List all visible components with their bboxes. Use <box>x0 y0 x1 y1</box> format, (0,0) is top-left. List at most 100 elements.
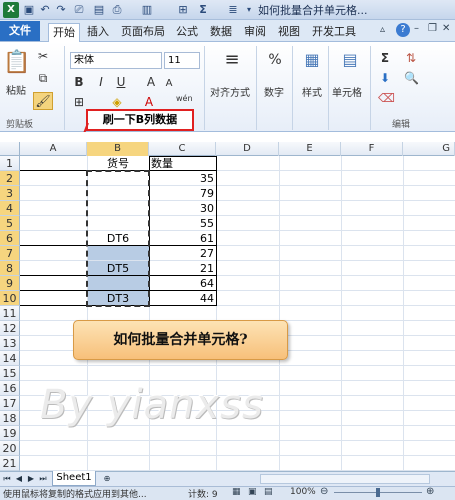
tab-review[interactable]: 审阅 <box>242 23 268 41</box>
undo-icon[interactable]: ↶ <box>38 2 52 18</box>
number-format-button[interactable]: % <box>264 52 286 74</box>
fill-icon[interactable]: ⬇ <box>378 70 392 86</box>
borders-icon[interactable]: ⊞ <box>72 94 86 110</box>
row-header[interactable]: 5 <box>0 216 20 231</box>
align-icon[interactable]: ≣ <box>226 2 240 18</box>
tab-insert[interactable]: 插入 <box>84 23 112 41</box>
cell-b10[interactable]: DT3 <box>87 291 149 306</box>
row-header[interactable]: 21 <box>0 456 20 471</box>
save-icon[interactable]: ▣ <box>22 2 36 18</box>
row-header[interactable]: 15 <box>0 366 20 381</box>
underline-button[interactable]: U <box>114 74 128 90</box>
tab-view[interactable]: 视图 <box>276 23 302 41</box>
tab-home[interactable]: 开始 <box>48 23 80 43</box>
phonetic-button[interactable]: wén <box>176 94 193 103</box>
cell-b1[interactable]: 货号 <box>87 156 149 171</box>
tab-file[interactable]: 文件 <box>0 21 40 41</box>
row-header[interactable]: 17 <box>0 396 20 411</box>
row-header[interactable]: 18 <box>0 411 20 426</box>
zoom-slider-thumb[interactable] <box>376 488 380 497</box>
page-layout-view-icon[interactable]: ▣ <box>248 487 257 497</box>
alignment-label[interactable]: 对齐方式 <box>210 84 250 99</box>
row-header[interactable]: 10 <box>0 291 20 306</box>
row-header[interactable]: 16 <box>0 381 20 396</box>
tab-page-layout[interactable]: 页面布局 <box>118 23 168 41</box>
styles-icon[interactable]: ▦ <box>300 52 324 74</box>
cell-c2[interactable]: 35 <box>150 171 216 186</box>
prev-sheet-icon[interactable]: ◀ <box>14 472 24 485</box>
find-select-icon[interactable]: 🔍 <box>404 70 419 86</box>
minimize-ribbon-icon[interactable]: ▵ <box>380 24 385 35</box>
styles-label[interactable]: 样式 <box>302 84 322 99</box>
grow-font-icon[interactable]: A <box>144 74 158 90</box>
cut-icon[interactable]: ✂ <box>36 48 50 64</box>
fill-color-icon[interactable]: ◈ <box>110 94 124 110</box>
tab-formulas[interactable]: 公式 <box>174 23 200 41</box>
cells-icon[interactable]: ▤ <box>338 52 362 74</box>
cell-c6[interactable]: 61 <box>150 231 216 246</box>
column-header-f[interactable]: F <box>341 142 403 156</box>
cell-c5[interactable]: 55 <box>150 216 216 231</box>
clear-icon[interactable]: ⌫ <box>378 90 395 106</box>
column-header-a[interactable]: A <box>20 142 87 156</box>
redo-icon[interactable]: ↷ <box>54 2 68 18</box>
select-all-corner[interactable] <box>0 142 20 156</box>
row-header[interactable]: 14 <box>0 351 20 366</box>
row-header[interactable]: 2 <box>0 171 20 186</box>
italic-button[interactable]: I <box>94 74 108 90</box>
cells-label[interactable]: 单元格 <box>332 84 362 99</box>
cell-c10[interactable]: 44 <box>150 291 216 306</box>
zoom-out-icon[interactable]: ⊖ <box>320 486 328 497</box>
sort-filter-icon[interactable]: ⇅ <box>404 50 418 66</box>
bold-button[interactable]: B <box>72 74 86 90</box>
font-name-combo[interactable]: 宋体 <box>70 52 162 69</box>
paste-label[interactable]: 粘贴 <box>6 82 26 97</box>
next-sheet-icon[interactable]: ▶ <box>26 472 36 485</box>
format-painter-icon[interactable]: 🖌 <box>33 92 53 110</box>
tab-developer[interactable]: 开发工具 <box>310 23 358 41</box>
zoom-level[interactable]: 100% <box>290 487 316 497</box>
workbook-minimize-icon[interactable]: – <box>414 23 419 34</box>
cell-b8[interactable]: DT5 <box>87 261 149 276</box>
normal-view-icon[interactable]: ▦ <box>232 487 241 497</box>
cell-c3[interactable]: 79 <box>150 186 216 201</box>
cell-c1[interactable]: 数量 <box>151 156 216 171</box>
horizontal-scrollbar[interactable] <box>260 474 430 484</box>
print-icon[interactable]: ⎙ <box>110 2 124 18</box>
cell-b6[interactable]: DT6 <box>87 231 149 246</box>
row-header[interactable]: 8 <box>0 261 20 276</box>
workbook-restore-icon[interactable]: ❐ <box>428 23 437 34</box>
row-header[interactable]: 12 <box>0 321 20 336</box>
paste-icon[interactable]: 📋 <box>3 48 30 78</box>
row-header[interactable]: 6 <box>0 231 20 246</box>
row-header[interactable]: 9 <box>0 276 20 291</box>
sheet-tab-sheet1[interactable]: Sheet1 <box>52 471 96 486</box>
copy-icon[interactable]: ⧉ <box>36 70 50 86</box>
new-file-icon[interactable]: ▤ <box>92 2 106 18</box>
font-color-icon[interactable]: A <box>142 94 156 110</box>
font-size-combo[interactable]: 11 <box>164 52 200 69</box>
alignment-icon[interactable]: ≡ <box>220 51 244 74</box>
column-header-e[interactable]: E <box>279 142 341 156</box>
tab-data[interactable]: 数据 <box>208 23 234 41</box>
sum-icon[interactable]: Σ <box>196 2 210 18</box>
column-header-g[interactable]: G <box>403 142 455 156</box>
insert-sheet-icon[interactable]: ⊕ <box>100 472 114 485</box>
workbook-close-icon[interactable]: ✕ <box>442 23 450 34</box>
row-header[interactable]: 4 <box>0 201 20 216</box>
row-header[interactable]: 1 <box>0 156 20 171</box>
cell-c9[interactable]: 64 <box>150 276 216 291</box>
format-painter-icon[interactable]: ⎚ <box>72 2 86 18</box>
row-header[interactable]: 13 <box>0 336 20 351</box>
row-header[interactable]: 7 <box>0 246 20 261</box>
column-header-b[interactable]: B <box>87 142 149 156</box>
page-break-view-icon[interactable]: ▤ <box>264 487 273 497</box>
autosum-button[interactable]: Σ <box>378 50 392 66</box>
row-header[interactable]: 20 <box>0 441 20 456</box>
last-sheet-icon[interactable]: ⏭ <box>38 472 48 485</box>
row-header[interactable]: 3 <box>0 186 20 201</box>
column-header-c[interactable]: C <box>149 142 216 156</box>
first-sheet-icon[interactable]: ⏮ <box>2 472 12 485</box>
row-header[interactable]: 11 <box>0 306 20 321</box>
row-header[interactable]: 19 <box>0 426 20 441</box>
